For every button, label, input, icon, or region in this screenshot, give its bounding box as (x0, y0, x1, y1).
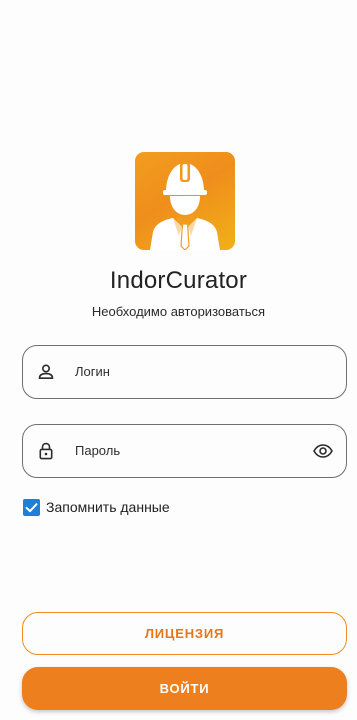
login-placeholder: Логин (75, 364, 110, 379)
app-logo (135, 152, 235, 250)
app-title: IndorCurator (109, 267, 248, 294)
person-icon (36, 362, 56, 382)
login-button[interactable]: ВОЙТИ (22, 667, 347, 710)
remember-checkbox[interactable] (23, 498, 40, 516)
license-button[interactable]: ЛИЦЕНЗИЯ (22, 612, 347, 655)
lock-icon (36, 441, 56, 461)
login-screen: IndorCurator Необходимо авторизоваться Л… (0, 0, 357, 720)
login-field[interactable]: Логин (22, 345, 347, 399)
remember-label: Запомнить данные (46, 499, 170, 515)
auth-subtitle: Необходимо авторизоваться (91, 304, 266, 319)
construction-worker-icon (150, 162, 220, 250)
check-icon (25, 502, 38, 512)
remember-me[interactable]: Запомнить данные (23, 497, 170, 517)
password-field[interactable]: Пароль (22, 424, 347, 478)
eye-icon[interactable] (312, 441, 334, 461)
password-placeholder: Пароль (75, 443, 121, 458)
